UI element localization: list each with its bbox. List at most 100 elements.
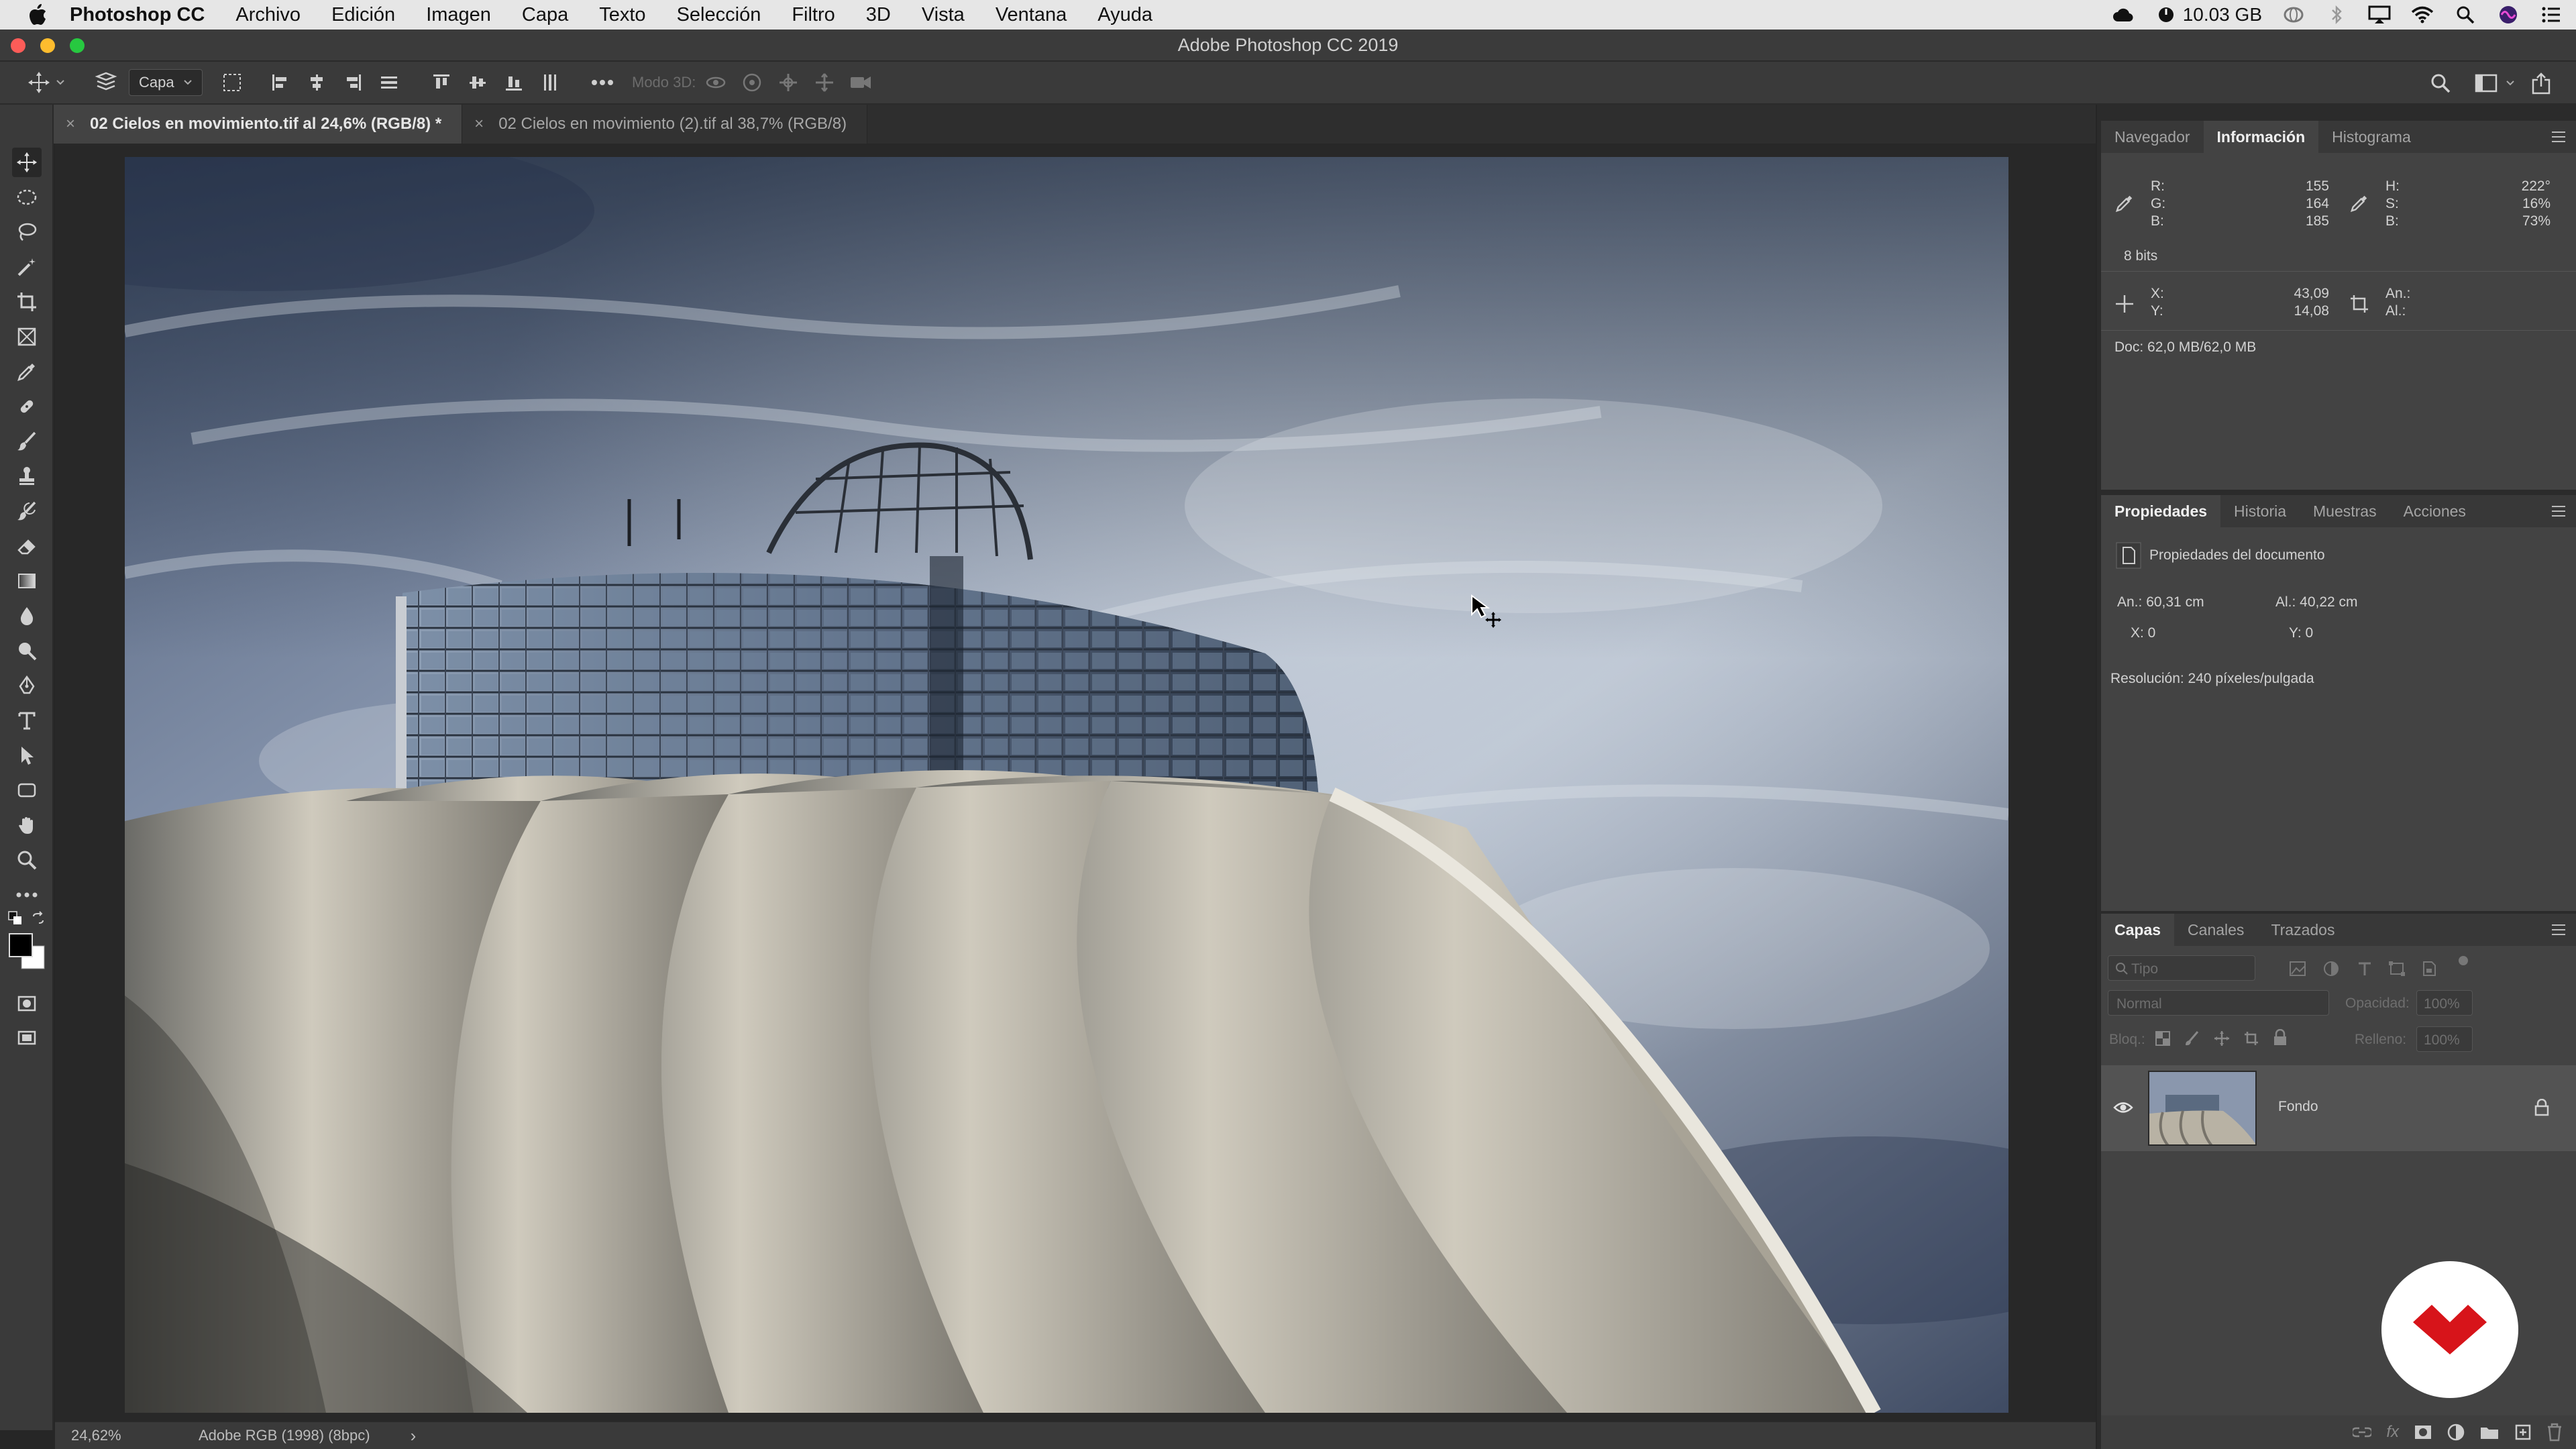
tab-historia[interactable]: Historia: [2220, 495, 2300, 527]
align-left-icon[interactable]: [267, 69, 294, 96]
zoom-window-button[interactable]: [70, 38, 85, 53]
filter-toggle-icon[interactable]: [2457, 954, 2470, 967]
menu-capa[interactable]: Capa: [522, 4, 568, 26]
new-layer-icon[interactable]: [2514, 1424, 2532, 1441]
auto-select-target-dropdown[interactable]: Capa: [129, 69, 203, 96]
history-brush-tool-icon[interactable]: [12, 496, 42, 526]
tab-muestras[interactable]: Muestras: [2300, 495, 2390, 527]
blur-tool-icon[interactable]: [12, 601, 42, 631]
brush-tool-icon[interactable]: [12, 427, 42, 456]
filter-shape-icon[interactable]: [2388, 961, 2406, 977]
workspace-switcher-icon[interactable]: [2473, 70, 2500, 97]
menu-edicion[interactable]: Edición: [331, 4, 395, 26]
close-tab-icon[interactable]: ×: [66, 115, 75, 133]
preset-dropdown-chevron-icon[interactable]: [54, 69, 67, 96]
menu-texto[interactable]: Texto: [599, 4, 645, 26]
delete-layer-icon[interactable]: [2546, 1423, 2563, 1442]
transform-controls-icon[interactable]: [219, 69, 246, 96]
tab-canales[interactable]: Canales: [2174, 914, 2257, 946]
move-tool-preset-icon[interactable]: [25, 69, 52, 96]
path-selection-tool-icon[interactable]: [12, 741, 42, 770]
screen-mode-icon[interactable]: [12, 1024, 42, 1053]
tab-trazados[interactable]: Trazados: [2257, 914, 2348, 946]
tab-document-1[interactable]: × 02 Cielos en movimiento.tif al 24,6% (…: [54, 105, 463, 144]
rectangle-tool-icon[interactable]: [12, 775, 42, 805]
lock-transparent-icon[interactable]: [2155, 1030, 2171, 1046]
filter-pixel-icon[interactable]: [2289, 961, 2306, 977]
magic-wand-tool-icon[interactable]: [12, 252, 42, 282]
layer-fx-icon[interactable]: fx: [2386, 1423, 2399, 1442]
lock-position-icon[interactable]: [2214, 1030, 2230, 1046]
layer-lock-icon[interactable]: [2534, 1099, 2549, 1116]
edit-toolbar-icon[interactable]: [12, 880, 42, 910]
align-bottom-icon[interactable]: [500, 69, 527, 96]
auto-select-layers-icon[interactable]: [93, 69, 119, 96]
menu-3d[interactable]: 3D: [866, 4, 891, 26]
lock-image-icon[interactable]: [2184, 1030, 2200, 1046]
more-options-icon[interactable]: [589, 69, 616, 96]
layer-name[interactable]: Fondo: [2278, 1099, 2318, 1115]
search-icon[interactable]: [2427, 70, 2454, 97]
minimize-window-button[interactable]: [40, 38, 55, 53]
align-right-icon[interactable]: [339, 69, 366, 96]
tab-informacion[interactable]: Información: [2203, 121, 2319, 153]
gradient-tool-icon[interactable]: [12, 566, 42, 596]
tab-propiedades[interactable]: Propiedades: [2101, 495, 2221, 527]
lock-artboard-icon[interactable]: [2243, 1030, 2259, 1046]
move-tool-icon[interactable]: [12, 148, 42, 177]
creative-cloud-icon[interactable]: [2112, 5, 2135, 25]
status-menu-arrow-icon[interactable]: ›: [411, 1426, 417, 1446]
eraser-tool-icon[interactable]: [12, 531, 42, 561]
visibility-eye-icon[interactable]: [2113, 1100, 2133, 1115]
lock-all-icon[interactable]: [2273, 1029, 2288, 1046]
opacity-input[interactable]: 100%: [2416, 990, 2473, 1016]
menu-ventana[interactable]: Ventana: [996, 4, 1067, 26]
menu-vista[interactable]: Vista: [922, 4, 965, 26]
spotlight-search-icon[interactable]: [2454, 5, 2477, 25]
align-top-icon[interactable]: [428, 69, 455, 96]
eyedropper-tool-icon[interactable]: [12, 357, 42, 386]
tab-navegador[interactable]: Navegador: [2101, 121, 2204, 153]
link-layers-icon[interactable]: [2353, 1426, 2372, 1439]
vpn-icon[interactable]: [2282, 5, 2305, 25]
menu-archivo[interactable]: Archivo: [235, 4, 301, 26]
close-window-button[interactable]: [11, 38, 25, 53]
3d-orbit-icon[interactable]: [702, 69, 729, 96]
type-tool-icon[interactable]: [12, 706, 42, 735]
panel-menu-icon[interactable]: [2551, 130, 2567, 144]
fill-input[interactable]: 100%: [2416, 1026, 2473, 1052]
filter-adjustment-icon[interactable]: [2322, 961, 2340, 977]
workspace-chevron-icon[interactable]: [2505, 70, 2516, 97]
menu-filtro[interactable]: Filtro: [792, 4, 835, 26]
eyedropper-icon[interactable]: [2349, 193, 2369, 213]
3d-scale-camera-icon[interactable]: [847, 69, 874, 96]
foreground-background-swatches[interactable]: [7, 931, 50, 974]
notification-center-icon[interactable]: [2540, 5, 2563, 25]
menu-seleccion[interactable]: Selección: [677, 4, 761, 26]
tab-document-2[interactable]: × 02 Cielos en movimiento (2).tif al 38,…: [462, 105, 868, 144]
default-colors-icon[interactable]: [5, 908, 25, 928]
airplay-display-icon[interactable]: [2368, 5, 2391, 25]
quick-mask-icon[interactable]: [12, 989, 42, 1018]
adjustment-layer-icon[interactable]: [2447, 1424, 2465, 1441]
zoom-level[interactable]: 24,62%: [71, 1427, 152, 1444]
clone-stamp-tool-icon[interactable]: [12, 462, 42, 491]
swap-colors-icon[interactable]: [28, 908, 48, 928]
wifi-icon[interactable]: [2411, 5, 2434, 25]
3d-slide-icon[interactable]: [811, 69, 838, 96]
eyedropper-icon[interactable]: [2114, 193, 2135, 213]
3d-roll-icon[interactable]: [739, 69, 765, 96]
crop-tool-icon[interactable]: [12, 287, 42, 317]
canvas-area[interactable]: [55, 144, 2096, 1421]
tab-histograma[interactable]: Histograma: [2318, 121, 2424, 153]
layer-row-fondo[interactable]: Fondo: [2101, 1065, 2576, 1151]
align-middle-v-icon[interactable]: [464, 69, 491, 96]
document-canvas-photo[interactable]: [125, 157, 2008, 1413]
pen-tool-icon[interactable]: [12, 671, 42, 700]
tab-acciones[interactable]: Acciones: [2390, 495, 2479, 527]
zoom-tool-icon[interactable]: [12, 845, 42, 875]
distribute-icon[interactable]: [376, 69, 402, 96]
doc-height[interactable]: Al.: 40,22 cm: [2275, 594, 2358, 610]
3d-pan-icon[interactable]: [775, 69, 802, 96]
elliptical-marquee-tool-icon[interactable]: [12, 182, 42, 212]
